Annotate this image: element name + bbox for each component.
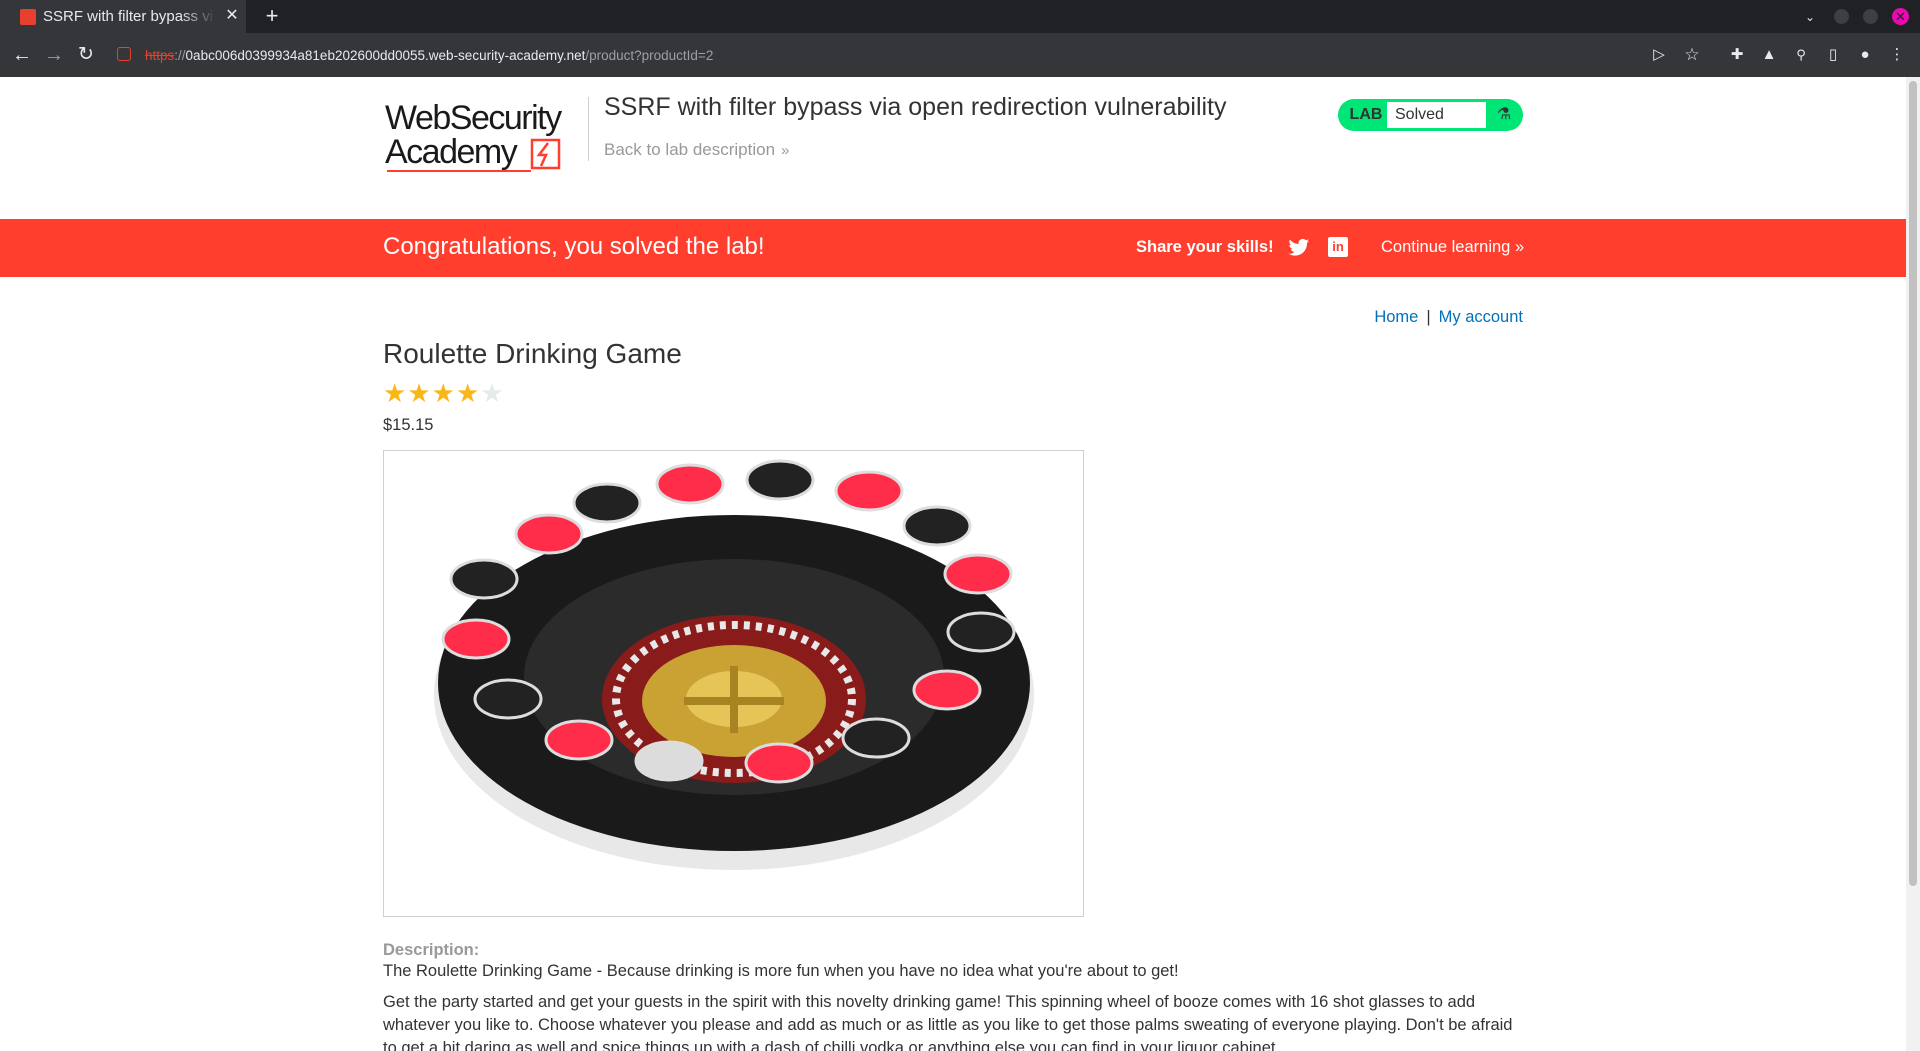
site-info-icon[interactable] (117, 47, 131, 61)
profile-icon[interactable]: ● (1854, 44, 1876, 66)
share-skills-label: Share your skills! (1136, 238, 1274, 256)
double-chevron-icon: » (1514, 238, 1525, 256)
browser-tab[interactable]: SSRF with filter bypass via open redirec… (0, 0, 246, 33)
back-link-label: Back to lab description (604, 140, 776, 159)
scrollbar-thumb[interactable] (1909, 81, 1917, 886)
search-icon[interactable]: ⚲ (1790, 44, 1812, 66)
url-path: /product?productId=2 (585, 48, 714, 63)
url-separator: :// (174, 48, 186, 63)
tab-search-chevron-icon[interactable]: ⌄ (1802, 9, 1818, 25)
tab-title-fade (180, 5, 216, 29)
my-account-link[interactable]: My account (1439, 308, 1523, 326)
solved-message: Congratulations, you solved the lab! (383, 233, 765, 260)
star-empty-icon: ★ (480, 378, 504, 408)
star-filled-icon: ★ (455, 378, 480, 408)
send-icon[interactable]: ▷ (1648, 44, 1670, 66)
product-title: Roulette Drinking Game (383, 338, 682, 369)
flask-icon: ⚗ (1496, 106, 1512, 123)
product-price: $15.15 (383, 416, 434, 434)
tab-close-icon[interactable]: ✕ (224, 7, 240, 25)
back-arrow-icon[interactable]: ← (10, 43, 34, 67)
lab-status-widget: LAB Solved ⚗ (1338, 99, 1523, 131)
star-filled-icon: ★ (407, 378, 431, 408)
roulette-drinking-game-image (434, 459, 1034, 870)
logo-line-1: WebSecurity (385, 99, 562, 137)
forward-arrow-icon[interactable]: → (42, 43, 66, 67)
header-divider (588, 97, 589, 161)
home-link[interactable]: Home (1374, 308, 1418, 326)
browser-toolbar: ← → ↻ https://0abc006d0399934a81eb202600… (0, 33, 1920, 77)
close-window-button[interactable]: ✕ (1892, 8, 1909, 25)
url-host: 0abc006d0399934a81eb202600dd0055.web-sec… (185, 48, 586, 63)
account-nav: Home | My account (1300, 306, 1523, 328)
description-label: Description: (383, 941, 480, 959)
logo-bolt-icon (536, 142, 549, 167)
address-bar[interactable]: https://0abc006d0399934a81eb202600dd0055… (145, 46, 713, 66)
lab-status-value: Solved (1387, 102, 1486, 128)
nav-separator: | (1426, 308, 1431, 326)
bookmark-star-icon[interactable]: ☆ (1681, 44, 1703, 66)
solved-banner: Congratulations, you solved the lab! Sha… (0, 219, 1906, 277)
linkedin-icon[interactable]: in (1328, 237, 1348, 257)
logo-line-2: Academy (385, 133, 518, 171)
product-rating: ★★★★★ (383, 378, 505, 408)
minimize-window-button[interactable] (1834, 9, 1849, 24)
side-panel-icon[interactable]: ▯ (1822, 44, 1844, 66)
star-filled-icon: ★ (431, 378, 455, 408)
reload-icon[interactable]: ↻ (74, 43, 98, 67)
back-to-lab-description-link[interactable]: Back to lab description » (604, 139, 789, 161)
product-image (383, 450, 1084, 917)
web-security-academy-logo[interactable]: WebSecurity Academy (383, 97, 588, 177)
new-tab-icon[interactable]: + (262, 4, 282, 28)
portswigger-favicon-icon (20, 9, 36, 25)
browser-tab-bar: SSRF with filter bypass via open redirec… (0, 0, 1920, 33)
continue-learning-label: Continue learning (1381, 238, 1511, 256)
lab-title: SSRF with filter bypass via open redirec… (604, 93, 1227, 121)
double-chevron-icon: » (781, 142, 790, 159)
extensions-puzzle-icon[interactable]: ✚ (1726, 44, 1748, 66)
twitter-icon[interactable] (1288, 238, 1310, 258)
url-scheme: https (145, 48, 175, 63)
page-scrollbar[interactable] (1906, 77, 1920, 1051)
maximize-window-button[interactable] (1863, 9, 1878, 24)
lab-flask-icon[interactable]: ▲ (1758, 44, 1780, 66)
description-lead: The Roulette Drinking Game - Because dri… (383, 962, 1179, 980)
star-filled-icon: ★ (383, 378, 407, 408)
menu-kebab-icon[interactable]: ⋮ (1886, 44, 1908, 66)
continue-learning-link[interactable]: Continue learning » (1381, 236, 1524, 258)
page-content: WebSecurity Academy SSRF with filter byp… (0, 77, 1906, 1051)
lab-status-tag: LAB (1349, 106, 1383, 123)
description-body: Get the party started and get your guest… (383, 993, 1513, 1051)
